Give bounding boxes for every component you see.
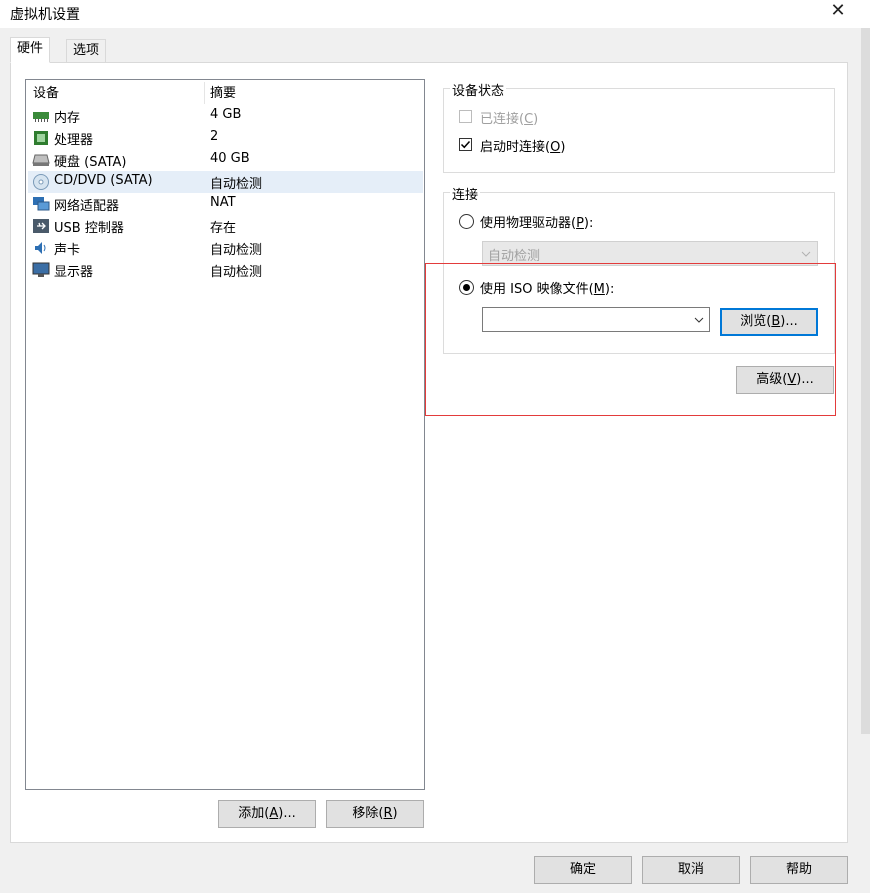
device-name: 处理器 (54, 133, 94, 148)
add-accesskey: A (269, 806, 279, 821)
column-header-summary[interactable]: 摘要 (210, 84, 236, 104)
add-label-suffix: )... (278, 806, 296, 821)
column-header-device[interactable]: 设备 (33, 84, 59, 104)
scrollbar[interactable] (861, 28, 870, 734)
list-item[interactable]: 网络适配器 NAT (28, 193, 423, 215)
ok-button[interactable]: 确定 (534, 856, 632, 884)
physical-drive-radio[interactable] (459, 214, 474, 229)
hard-disk-icon (32, 154, 50, 166)
list-item[interactable]: 显示器 自动检测 (28, 259, 423, 281)
poweron-text-suffix: ) (560, 140, 566, 155)
remove-label-suffix: ) (392, 806, 398, 821)
device-status-group (443, 88, 835, 173)
list-item[interactable]: 硬盘 (SATA) 40 GB (28, 149, 423, 171)
usb-icon (33, 219, 49, 233)
memory-icon (33, 112, 49, 122)
connected-checkbox[interactable] (459, 110, 472, 123)
device-summary: 自动检测 (210, 243, 263, 258)
title-bar (0, 0, 870, 28)
device-summary: 2 (210, 129, 219, 144)
remove-label: 移除( (352, 806, 384, 821)
device-summary: 存在 (210, 221, 237, 236)
device-name: USB 控制器 (54, 221, 124, 236)
connected-label: 已连接(C) (480, 108, 538, 127)
device-summary: 4 GB (210, 107, 242, 122)
window-title: 虚拟机设置 (10, 7, 80, 23)
list-item[interactable]: CD/DVD (SATA) 自动检测 (28, 171, 423, 193)
cd-dvd-icon (33, 174, 49, 190)
help-button[interactable]: 帮助 (750, 856, 848, 884)
add-button[interactable]: 添加(A)... (218, 800, 316, 828)
list-item[interactable]: 内存 4 GB (28, 105, 423, 127)
poweron-text: 启动时连接( (480, 140, 551, 155)
add-label: 添加( (238, 806, 270, 821)
device-name: 显示器 (54, 265, 94, 280)
connected-text-suffix: ) (533, 112, 539, 127)
poweron-accesskey: O (550, 140, 561, 155)
display-icon (32, 262, 50, 277)
device-list[interactable]: 设备 摘要 内存 4 GB 处理器 2 硬盘 (SATA) 40 GB CD/D… (25, 79, 425, 790)
device-name: CD/DVD (SATA) (54, 173, 153, 188)
list-item[interactable]: 声卡 自动检测 (28, 237, 423, 259)
device-name: 声卡 (54, 243, 81, 258)
close-icon[interactable]: ✕ (826, 0, 850, 24)
connected-accesskey: C (524, 112, 534, 127)
physical-text: 使用物理驱动器( (480, 216, 577, 231)
connection-label: 连接 (450, 184, 481, 203)
device-name: 硬盘 (SATA) (54, 155, 127, 170)
device-summary: NAT (210, 195, 236, 210)
device-name: 内存 (54, 111, 81, 126)
tab-hardware-label: 硬件 (17, 41, 44, 56)
cancel-button[interactable]: 取消 (642, 856, 740, 884)
device-status-label: 设备状态 (450, 80, 507, 99)
tab-options[interactable]: 选项 (66, 39, 107, 62)
device-summary: 自动检测 (210, 265, 263, 280)
highlight-box (425, 263, 836, 416)
device-summary: 自动检测 (210, 177, 263, 192)
connect-at-poweron-label: 启动时连接(O) (480, 136, 565, 155)
device-name: 网络适配器 (54, 199, 120, 214)
cpu-icon (34, 131, 48, 145)
sound-icon (35, 242, 46, 254)
list-item[interactable]: USB 控制器 存在 (28, 215, 423, 237)
tab-options-label: 选项 (73, 43, 100, 58)
connect-at-poweron-checkbox[interactable] (459, 138, 472, 151)
physical-drive-value: 自动检测 (488, 249, 541, 264)
list-item[interactable]: 处理器 2 (28, 127, 423, 149)
checkmark-icon (460, 140, 471, 149)
physical-drive-label: 使用物理驱动器(P): (480, 212, 593, 231)
tab-hardware[interactable]: 硬件 (10, 37, 51, 63)
physical-text-suffix: ): (583, 216, 594, 231)
connected-text: 已连接( (480, 112, 525, 127)
device-summary: 40 GB (210, 151, 250, 166)
remove-accesskey: R (383, 806, 393, 821)
chevron-down-icon (801, 251, 811, 257)
remove-button[interactable]: 移除(R) (326, 800, 424, 828)
network-icon (33, 197, 50, 211)
physical-accesskey: P (576, 216, 584, 231)
column-separator[interactable] (204, 82, 205, 104)
